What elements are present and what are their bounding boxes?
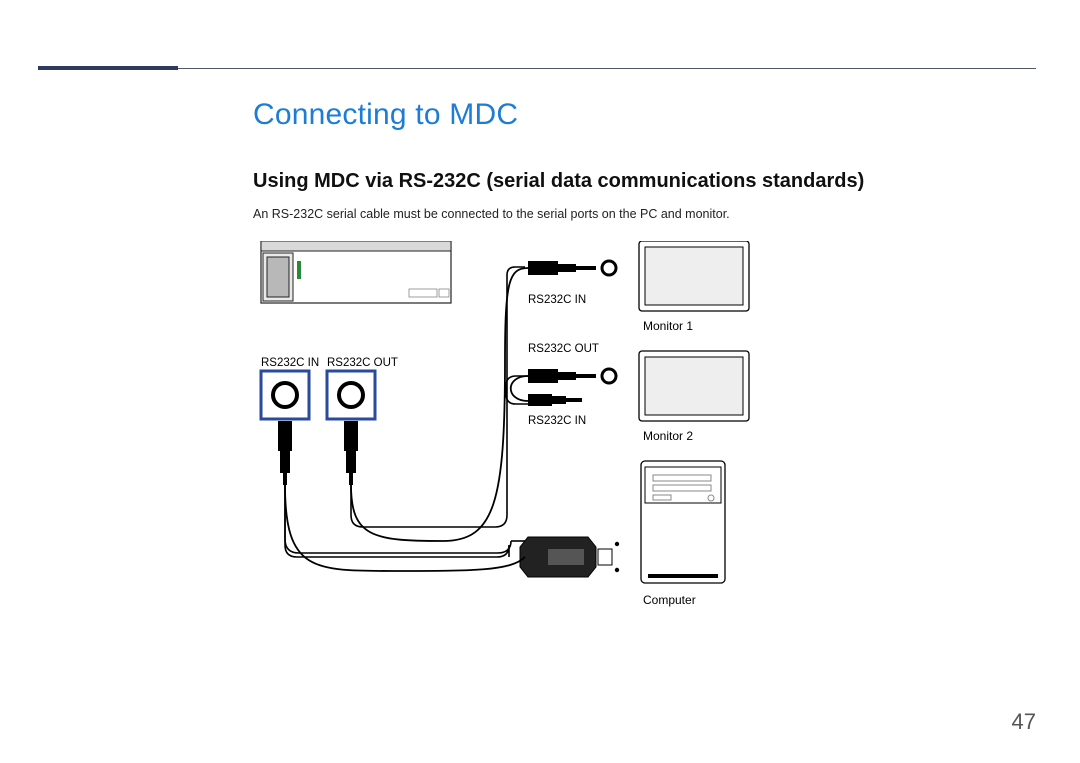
header-rule <box>38 68 1036 69</box>
jack-horizontal-bot-small-icon <box>528 394 582 406</box>
label-conn-out-mid: RS232C OUT <box>528 343 599 355</box>
label-rs232c-out-left: RS232C OUT <box>327 357 398 369</box>
label-monitor2: Monitor 2 <box>643 429 693 443</box>
document-page: Connecting to MDC Using MDC via RS-232C … <box>0 0 1080 763</box>
connection-diagram: RS232C IN RS232C OUT RS232C IN RS232C OU… <box>253 241 813 641</box>
computer-tower-icon <box>641 461 725 583</box>
cable-paths-icon <box>285 267 528 557</box>
section-subtitle: Using MDC via RS-232C (serial data commu… <box>253 170 1033 193</box>
monitor2-icon <box>639 351 749 421</box>
label-monitor1: Monitor 1 <box>643 319 693 333</box>
port-rs232c-out-icon <box>327 371 375 419</box>
page-title: Connecting to MDC <box>253 98 1033 132</box>
port-rs232c-in-icon <box>261 371 309 419</box>
jack-plug-right-icon <box>344 421 358 485</box>
header-accent <box>38 66 178 70</box>
jack-plug-left-icon <box>278 421 292 485</box>
cable-clean-icon <box>285 268 528 571</box>
content-area: Connecting to MDC Using MDC via RS-232C … <box>253 98 1033 641</box>
monitor1-icon <box>639 241 749 311</box>
page-number: 47 <box>1012 709 1036 735</box>
section-description: An RS-232C serial cable must be connecte… <box>253 207 1033 221</box>
label-conn-in-bot: RS232C IN <box>528 415 586 427</box>
jack-horizontal-top-icon <box>528 261 616 275</box>
serial-connector-icon <box>520 537 619 577</box>
label-conn-in-top: RS232C IN <box>528 294 586 306</box>
jack-horizontal-mid-icon <box>528 369 616 383</box>
label-rs232c-in-left: RS232C IN <box>261 357 319 369</box>
device-top-unit-icon <box>261 241 451 303</box>
label-computer: Computer <box>643 593 696 607</box>
